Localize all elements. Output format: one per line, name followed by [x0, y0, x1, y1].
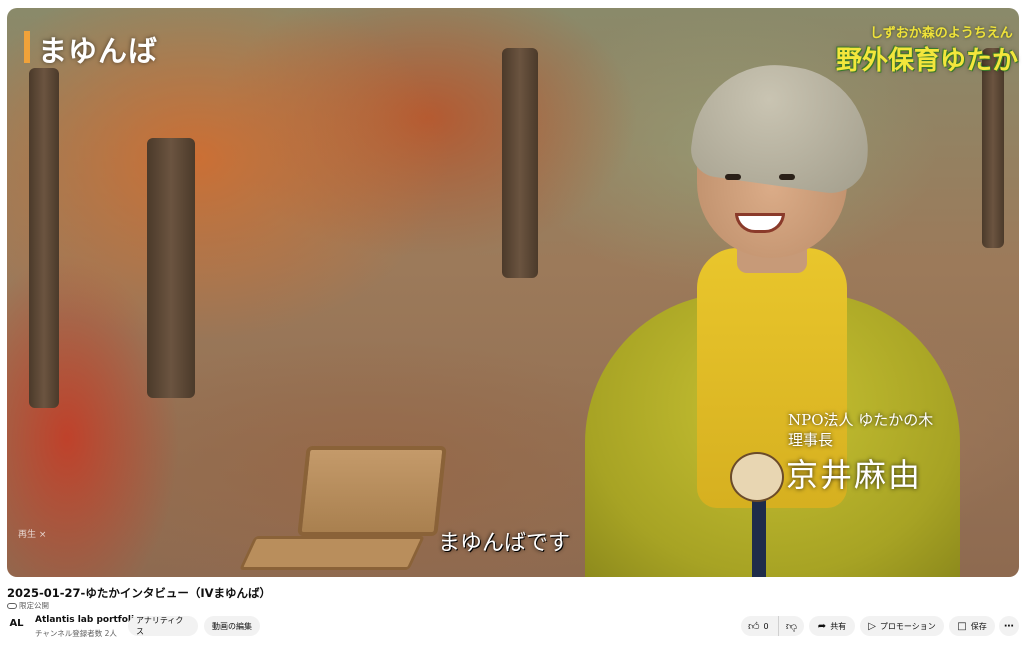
video-title: 2025-01-27-ゆたかインタビュー（IVまゆんば） — [7, 586, 272, 600]
thumbs-up-icon: 👍︎ — [748, 619, 760, 633]
channel-name[interactable]: Atlantis lab portfolio — [35, 615, 140, 625]
save-label: 保存 — [970, 621, 987, 631]
share-arrow-icon: ➦ — [817, 620, 827, 632]
promotion-button[interactable]: ▷ プロモーション — [860, 616, 944, 636]
eye — [779, 174, 795, 180]
more-actions-button[interactable]: ⋯ — [999, 616, 1019, 636]
tree-trunk — [147, 138, 195, 398]
dislike-button[interactable]: 👎︎ — [779, 616, 804, 636]
analytics-label: アナリティクス — [136, 616, 184, 636]
promotion-label: プロモーション — [879, 621, 936, 631]
name-badge — [730, 452, 784, 502]
share-label: 共有 — [830, 621, 847, 631]
edit-video-button[interactable]: 動画の編集 — [204, 616, 260, 636]
privacy-status: 限定公開 — [7, 600, 49, 611]
video-subtitle: まゆんばです — [438, 531, 571, 556]
title-accent-bar — [24, 31, 30, 63]
tree-trunk — [502, 48, 538, 278]
privacy-label: 限定公開 — [19, 601, 49, 610]
share-button[interactable]: ➦ 共有 — [809, 616, 855, 636]
avatar-logo: AL — [9, 618, 24, 629]
analytics-button[interactable]: アナリティクス — [128, 616, 198, 636]
logo-subtitle: しずおか森のようちえん — [870, 26, 1013, 41]
channel-avatar[interactable]: AL — [7, 614, 26, 633]
like-dislike-group: 👍︎ 0 👎︎ — [741, 616, 804, 636]
camp-chair-seat — [239, 536, 425, 570]
edit-video-label: 動画の編集 — [212, 621, 252, 631]
logo-title: 野外保育ゆたか — [836, 46, 1019, 76]
bookmark-icon: □ — [957, 620, 967, 632]
thumbs-down-icon: 👎︎ — [785, 619, 798, 633]
like-button[interactable]: 👍︎ 0 — [741, 616, 779, 636]
caption-name: 京井麻由 — [786, 456, 923, 494]
subscriber-count: チャンネル登録者数 2人 — [35, 629, 117, 638]
caption-organization: NPO法人 ゆたかの木 — [788, 411, 934, 429]
megaphone-icon: ▷ — [868, 620, 876, 632]
video-overlay-title: まゆんば — [38, 34, 159, 68]
camp-chair — [297, 446, 447, 536]
save-button[interactable]: □ 保存 — [949, 616, 995, 636]
bag-strap — [752, 498, 766, 577]
player-corner-label: 再生 × — [18, 530, 47, 540]
caption-role: 理事長 — [788, 431, 834, 449]
like-count: 0 — [763, 621, 769, 631]
tree-trunk — [982, 48, 1004, 248]
eye — [725, 174, 741, 180]
more-dots-icon: ⋯ — [1004, 620, 1014, 632]
link-icon — [7, 602, 17, 609]
tree-trunk — [29, 68, 59, 408]
